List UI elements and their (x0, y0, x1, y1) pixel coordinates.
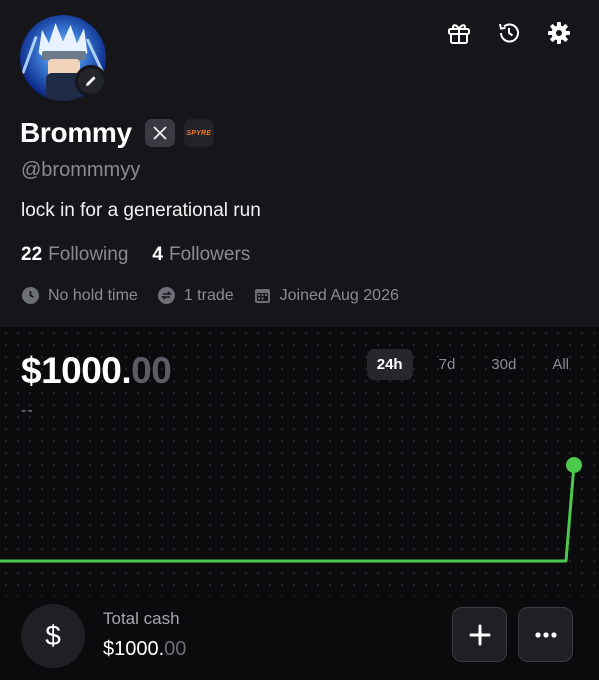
pencil-icon (78, 68, 104, 94)
trades-stat: 1 trade (157, 286, 234, 305)
more-options-button[interactable] (518, 607, 573, 662)
following-label: Following (48, 244, 129, 265)
hold-time-stat: No hold time (21, 286, 138, 305)
dollar-icon: $ (21, 604, 85, 668)
following-link[interactable]: 22 Following (21, 244, 128, 266)
balance-change: -- (21, 402, 34, 419)
followers-link[interactable]: 4 Followers (152, 244, 250, 266)
display-name: Brommy (20, 117, 132, 148)
range-24h[interactable]: 24h (366, 349, 413, 380)
range-all[interactable]: All (542, 349, 579, 380)
range-7d[interactable]: 7d (429, 349, 466, 380)
gear-icon[interactable] (545, 19, 573, 47)
chart-series-line (0, 464, 576, 563)
followers-label: Followers (168, 244, 251, 265)
plus-icon (469, 624, 490, 645)
total-cash-value: $1000.00 (103, 638, 187, 660)
profile-header: Brommy SPYRE @brommmyy lock in for a gen… (0, 0, 599, 327)
portfolio-balance: $1000.00 (21, 350, 172, 391)
range-selector: 24h 7d 30d All (351, 349, 579, 380)
calendar-icon (254, 289, 270, 303)
chart-end-point (566, 457, 582, 473)
swap-icon (157, 287, 175, 304)
username-handle: @brommmyy (21, 159, 141, 181)
following-count: 22 (21, 244, 43, 265)
x-icon[interactable] (144, 119, 175, 147)
joined-stat: Joined Aug 2026 (253, 286, 399, 305)
bio: lock in for a generational run (21, 200, 261, 221)
community-logo-icon[interactable]: SPYRE (183, 119, 214, 147)
edit-avatar-button[interactable] (75, 65, 107, 97)
history-icon[interactable] (495, 19, 523, 47)
portfolio-chart (0, 457, 582, 563)
gift-icon[interactable] (445, 19, 473, 47)
range-30d[interactable]: 30d (481, 349, 526, 380)
total-cash-label: Total cash (103, 609, 180, 628)
followers-count: 4 (152, 244, 163, 265)
more-icon (534, 631, 557, 638)
add-cash-button[interactable] (452, 607, 507, 662)
clock-icon (22, 287, 39, 304)
